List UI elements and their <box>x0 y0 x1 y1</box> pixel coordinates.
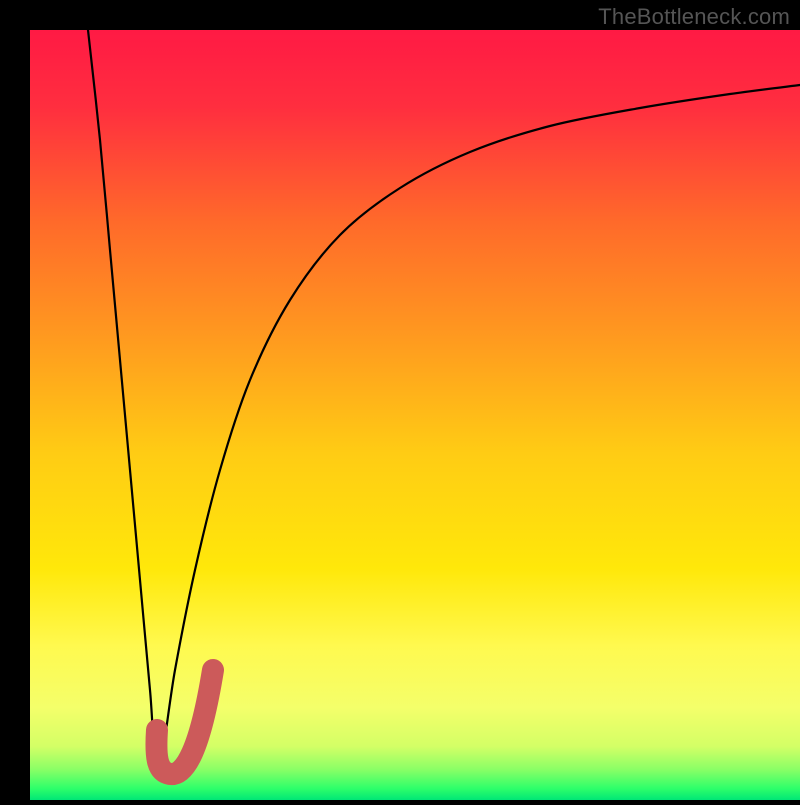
main-curve <box>88 30 800 772</box>
plot-area <box>30 30 800 800</box>
accent-j-stroke <box>156 670 213 774</box>
curve-layer <box>30 30 800 800</box>
watermark-text: TheBottleneck.com <box>598 4 790 30</box>
